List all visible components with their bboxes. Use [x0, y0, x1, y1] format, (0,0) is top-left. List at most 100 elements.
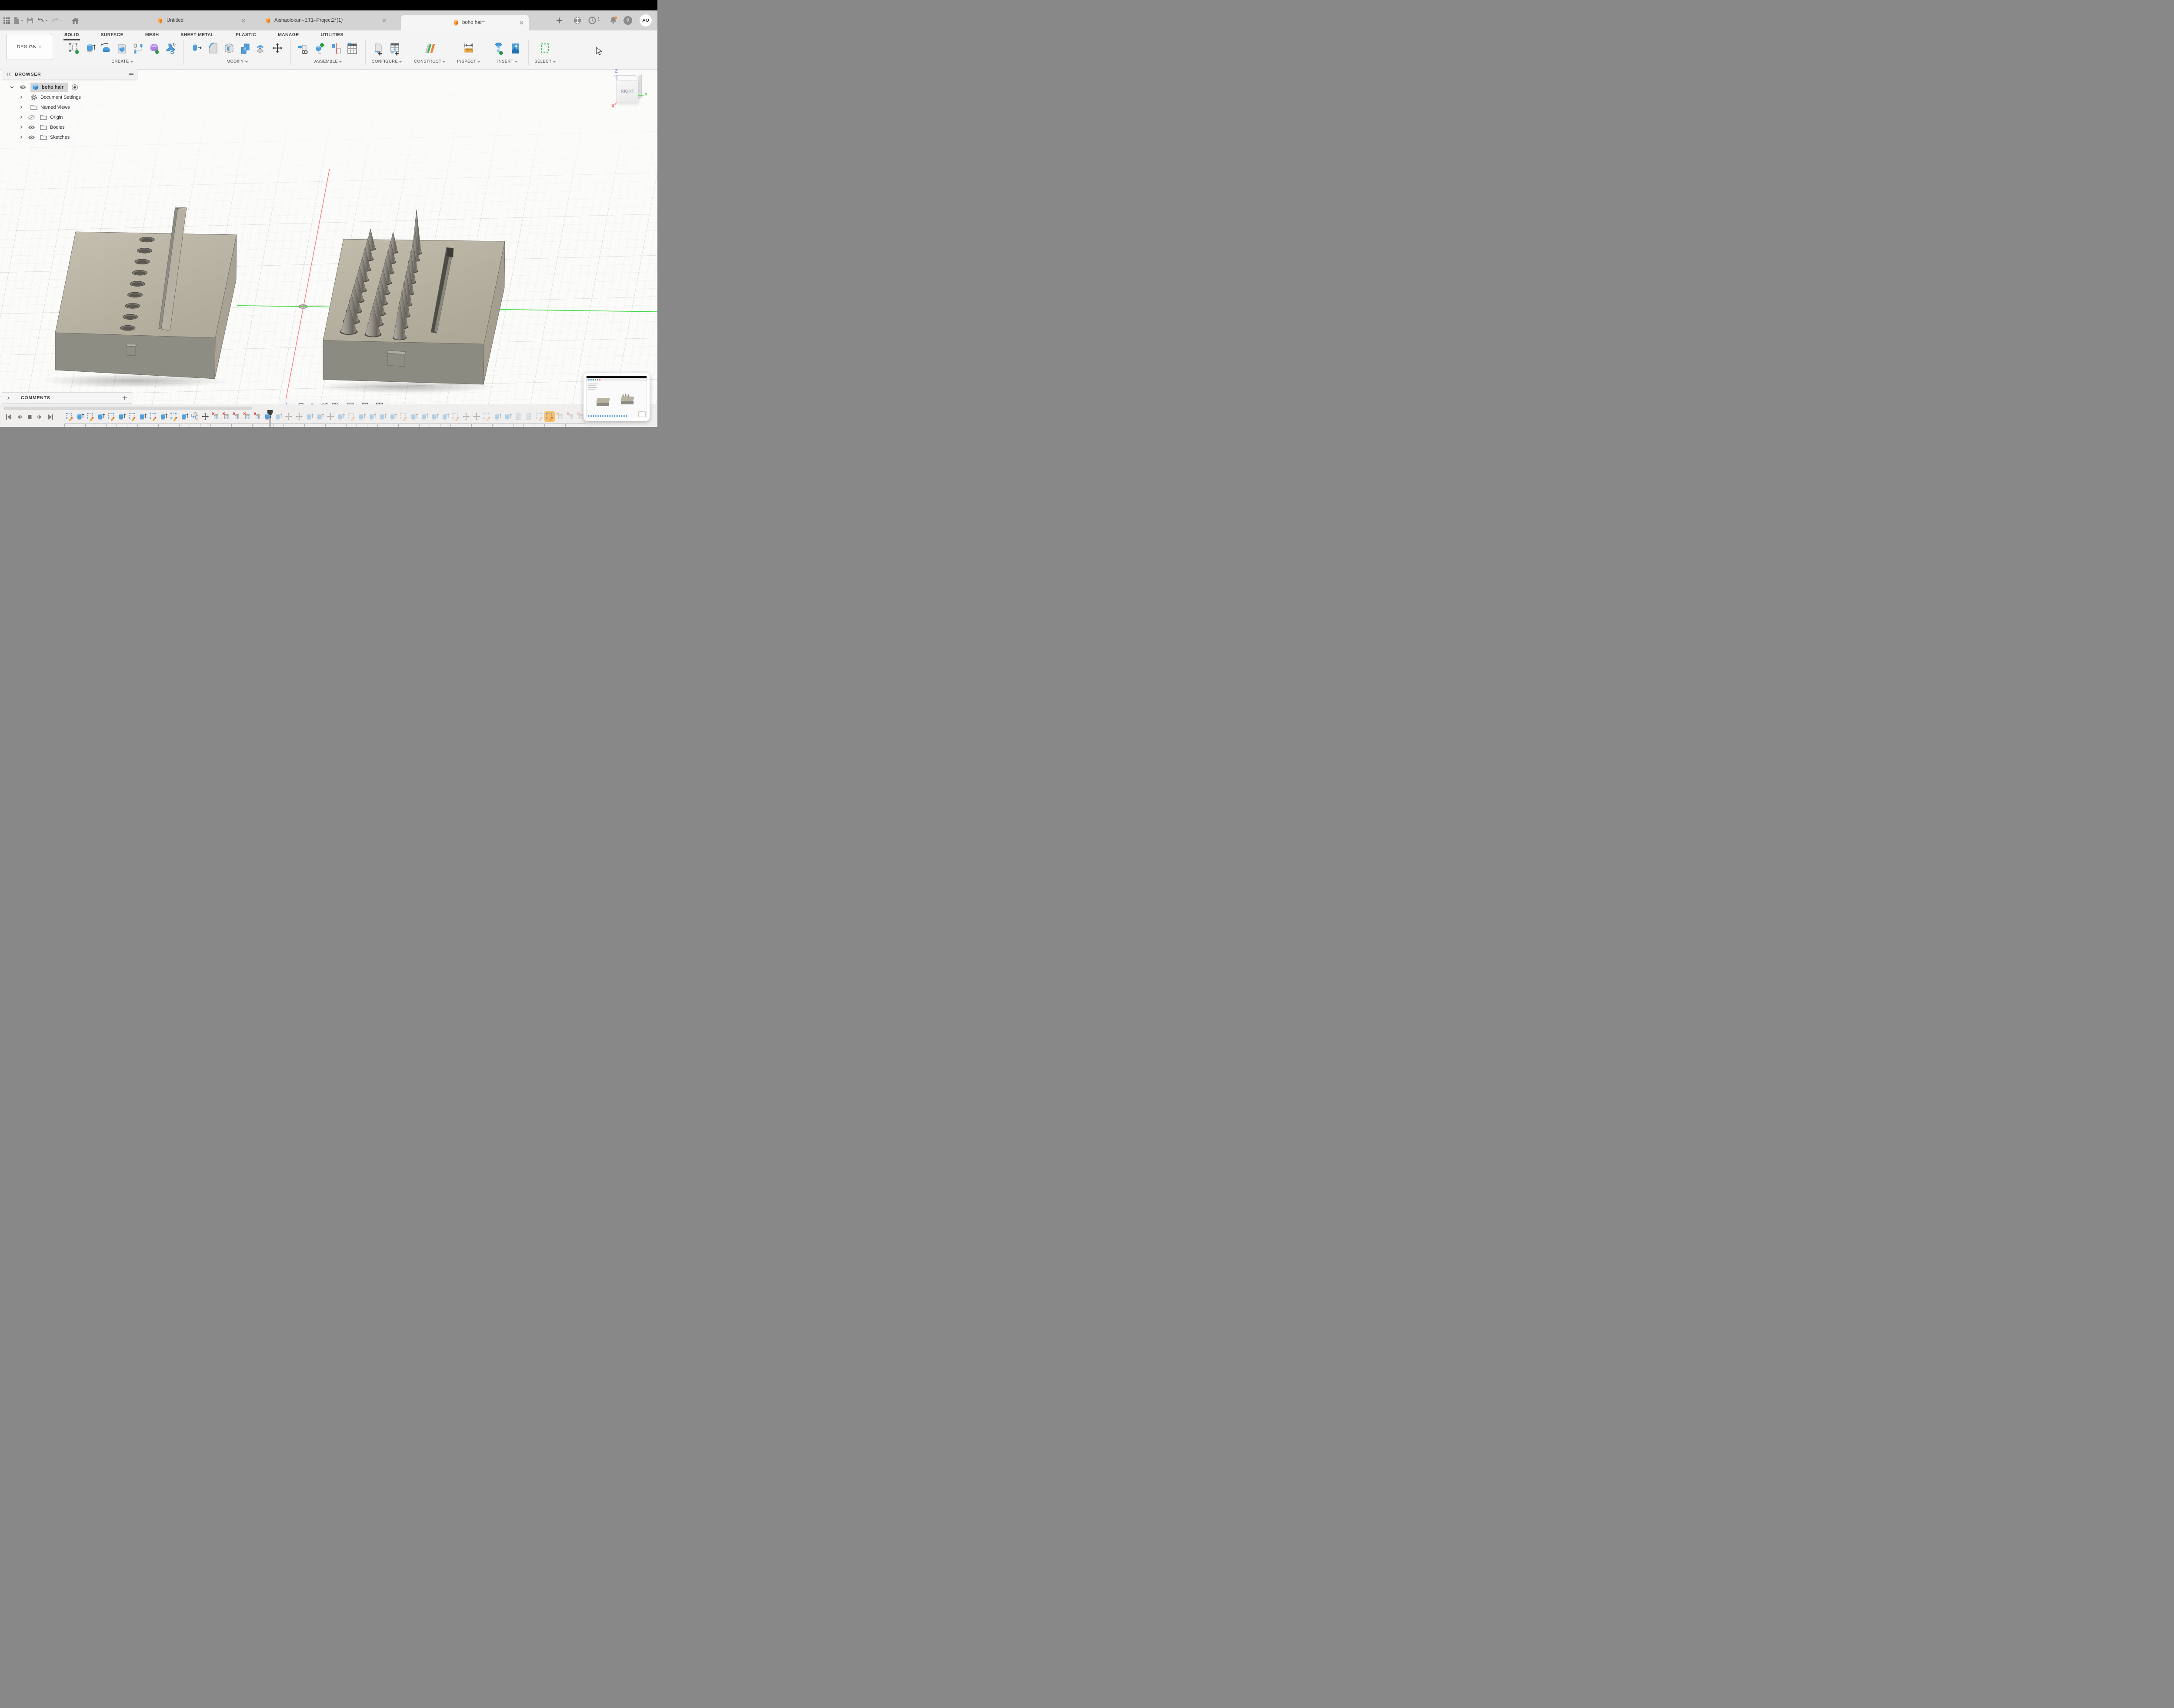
help-icon[interactable]: ?: [624, 16, 632, 25]
chevron-right-icon[interactable]: [19, 135, 23, 140]
timeline-feature-extrude[interactable]: [420, 412, 429, 421]
add-comment-button[interactable]: [122, 395, 127, 400]
timeline-feature-sketch[interactable]: [451, 412, 460, 421]
browser-row-named-views[interactable]: Named Views: [2, 102, 137, 112]
select-icon[interactable]: [537, 41, 552, 56]
timeline-feature-extrude[interactable]: [389, 412, 397, 421]
configure-menu[interactable]: CONFIGURE: [372, 59, 402, 64]
timeline-feature-extrude[interactable]: [337, 412, 345, 421]
press-pull-icon[interactable]: [190, 41, 204, 56]
extrude-icon[interactable]: [83, 41, 97, 56]
tab-untitled[interactable]: Untitled: [152, 10, 250, 30]
redo-button[interactable]: [51, 17, 62, 24]
extensions-globe-icon[interactable]: [573, 16, 582, 25]
timeline-feature-sketch[interactable]: [347, 412, 356, 421]
app-grid-icon[interactable]: [3, 17, 10, 24]
notifications-bell-icon[interactable]: [609, 16, 618, 25]
browser-row-document-settings[interactable]: Document Settings: [2, 92, 137, 102]
timeline-feature-move[interactable]: [284, 412, 293, 421]
chevron-right-icon[interactable]: [19, 125, 23, 130]
undo-button[interactable]: [37, 17, 48, 24]
tab-close-icon[interactable]: [520, 21, 523, 25]
timeline-feature-extrude[interactable]: [378, 412, 387, 421]
stop-button[interactable]: [26, 413, 33, 421]
create-sketch-icon[interactable]: [67, 41, 81, 56]
step-back-button[interactable]: [16, 413, 23, 421]
inspect-menu[interactable]: INSPECT: [457, 59, 480, 64]
timeline-feature-extrude[interactable]: [430, 412, 439, 421]
volumetric-lattice-icon[interactable]: [163, 41, 178, 56]
insert-menu[interactable]: INSERT: [497, 59, 517, 64]
timeline-feature-error[interactable]: [556, 412, 564, 421]
insert-derive-icon[interactable]: [297, 41, 311, 56]
insert-fastener-icon[interactable]: [492, 41, 507, 56]
timeline-feature-error[interactable]: [253, 412, 262, 421]
insert-canvas-icon[interactable]: [508, 41, 523, 56]
new-tab-button[interactable]: [556, 17, 563, 24]
timeline-feature-sketch[interactable]: [65, 412, 74, 421]
tab-close-icon[interactable]: [241, 19, 245, 23]
browser-row-root[interactable]: boho hair: [2, 82, 137, 92]
activate-component-radio[interactable]: [71, 84, 78, 91]
chevron-right-icon[interactable]: [19, 95, 23, 100]
tab-boho-hair[interactable]: boho hair*: [401, 15, 529, 30]
go-to-end-button[interactable]: [47, 413, 55, 421]
browser-row-bodies[interactable]: Bodies: [2, 122, 137, 132]
timeline-feature-extrude[interactable]: [357, 412, 366, 421]
timeline-feature-error[interactable]: [243, 412, 251, 421]
select-menu[interactable]: SELECT: [534, 59, 556, 64]
new-component-icon[interactable]: [313, 41, 327, 56]
account-avatar[interactable]: AO: [640, 14, 652, 27]
step-forward-button[interactable]: [37, 413, 43, 421]
combine-icon[interactable]: [238, 41, 253, 56]
timeline-feature-move[interactable]: [326, 412, 335, 421]
construct-plane-icon[interactable]: [422, 41, 437, 56]
comments-bar[interactable]: COMMENTS: [2, 392, 132, 404]
timeline-feature-extrude[interactable]: [503, 412, 512, 421]
hole-icon[interactable]: [115, 41, 130, 56]
timeline-feature-error[interactable]: [211, 412, 220, 421]
timeline-feature-mirror[interactable]: [524, 412, 533, 421]
create-menu[interactable]: CREATE: [111, 59, 133, 64]
timeline-feature-sketch[interactable]: [399, 412, 408, 421]
timeline-feature-sketch[interactable]: [483, 412, 491, 421]
screen-preview-card[interactable]: [584, 373, 650, 421]
timeline-scrollbar[interactable]: [3, 407, 252, 410]
minimize-panel-icon[interactable]: [129, 73, 133, 75]
timeline-feature-copy[interactable]: [190, 412, 199, 421]
timeline-feature-error[interactable]: [566, 412, 575, 421]
timeline-feature-error[interactable]: [232, 412, 241, 421]
save-button[interactable]: [27, 17, 33, 24]
chevron-right-icon[interactable]: [19, 115, 23, 120]
go-to-start-button[interactable]: [4, 413, 12, 421]
timeline-feature-extrude[interactable]: [493, 412, 502, 421]
timeline-feature-extrude[interactable]: [368, 412, 377, 421]
browser-row-sketches[interactable]: Sketches: [2, 132, 137, 142]
pattern-icon[interactable]: [131, 41, 146, 56]
timeline-feature-extrude[interactable]: [138, 412, 147, 421]
home-button[interactable]: [71, 17, 79, 24]
workspace-switcher[interactable]: DESIGN: [6, 34, 52, 60]
body-left-block[interactable]: [55, 207, 237, 379]
timeline-feature-move[interactable]: [472, 412, 481, 421]
timeline-feature-sketch[interactable]: [149, 412, 157, 421]
measure-icon[interactable]: [461, 41, 476, 56]
joint-icon[interactable]: [329, 41, 343, 56]
collapse-panel-icon[interactable]: [6, 72, 11, 77]
shell-icon[interactable]: [222, 41, 237, 56]
visibility-eye-icon[interactable]: [19, 85, 27, 90]
timeline-feature-extrude[interactable]: [441, 412, 450, 421]
construct-menu[interactable]: CONSTRUCT: [414, 59, 446, 64]
file-menu-button[interactable]: [13, 17, 23, 24]
viewcube[interactable]: RIGHT Z Y X: [609, 69, 657, 122]
visibility-eye-icon[interactable]: [28, 135, 35, 140]
chevron-right-icon[interactable]: [19, 105, 23, 110]
timeline-feature-extrude[interactable]: [410, 412, 418, 421]
configuration-table-icon[interactable]: [387, 41, 402, 56]
visibility-off-eye-icon[interactable]: [28, 115, 35, 120]
tab-close-icon[interactable]: [382, 19, 386, 23]
timeline-feature-extrude[interactable]: [316, 412, 324, 421]
timeline-feature-sketch[interactable]: [535, 412, 544, 421]
timeline-feature-move[interactable]: [462, 412, 470, 421]
timeline-feature-sketch[interactable]: [86, 412, 95, 421]
